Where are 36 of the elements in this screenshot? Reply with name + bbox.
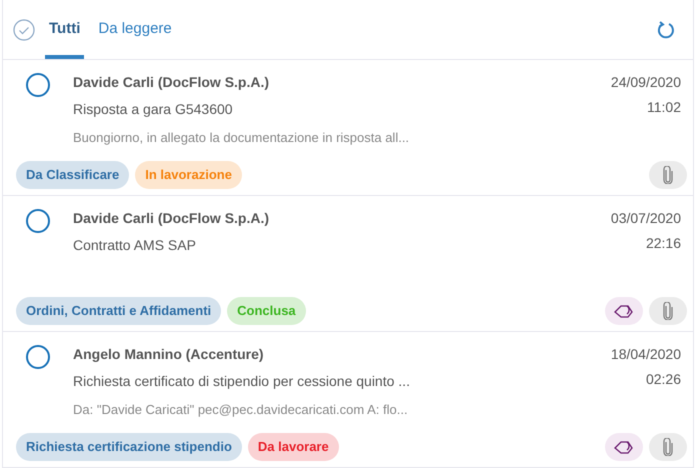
subject-text: Risposta a gara G543600 xyxy=(73,100,233,119)
checkbox[interactable] xyxy=(26,209,50,233)
sender-name: Davide Carli (DocFlow S.p.A.) xyxy=(73,73,270,92)
status-tag: In lavorazione xyxy=(135,161,242,189)
status-tag: Da Classificare xyxy=(16,161,130,189)
attachment-button[interactable] xyxy=(649,161,687,189)
paperclip-icon xyxy=(663,438,673,456)
message-time: 11:02 xyxy=(647,98,681,117)
status-tag: Da lavorare xyxy=(248,433,339,461)
status-tag: Ordini, Contratti e Affidamenti xyxy=(16,297,222,325)
subject-text: Contratto AMS SAP xyxy=(73,236,196,255)
attachment-button[interactable] xyxy=(649,297,687,325)
message-date: 18/04/2020 xyxy=(610,345,681,364)
preview-text: Da: "Davide Caricati" pec@pec.davidecaricati.com A: flo... xyxy=(73,401,408,419)
message-time: 02:26 xyxy=(646,370,681,389)
tag-icon xyxy=(613,439,635,455)
checkbox[interactable] xyxy=(26,73,50,97)
sender-name: Davide Carli (DocFlow S.p.A.) xyxy=(73,209,270,228)
subject-text: Richiesta certificato di stipendio per cessione quinto ... xyxy=(73,372,410,391)
tag-icon xyxy=(613,303,635,319)
status-tag: Conclusa xyxy=(227,297,306,325)
paperclip-icon xyxy=(663,166,673,184)
paperclip-icon xyxy=(663,302,673,320)
tab[interactable]: Da leggere xyxy=(94,0,176,59)
status-tag: Richiesta certificazione stipendio xyxy=(16,433,242,461)
tab[interactable]: Tutti xyxy=(45,0,84,59)
message-date: 24/09/2020 xyxy=(610,73,681,92)
refresh-icon[interactable] xyxy=(657,20,675,40)
sender-name: Angelo Mannino (Accenture) xyxy=(73,345,264,364)
message-date: 03/07/2020 xyxy=(610,209,681,228)
message-time: 22:16 xyxy=(646,234,681,253)
tag-button[interactable] xyxy=(605,297,643,325)
preview-text: Buongiorno, in allegato la documentazione in risposta all... xyxy=(73,129,410,147)
tag-button[interactable] xyxy=(605,433,643,461)
checkbox[interactable] xyxy=(26,345,50,369)
attachment-button[interactable] xyxy=(649,433,687,461)
